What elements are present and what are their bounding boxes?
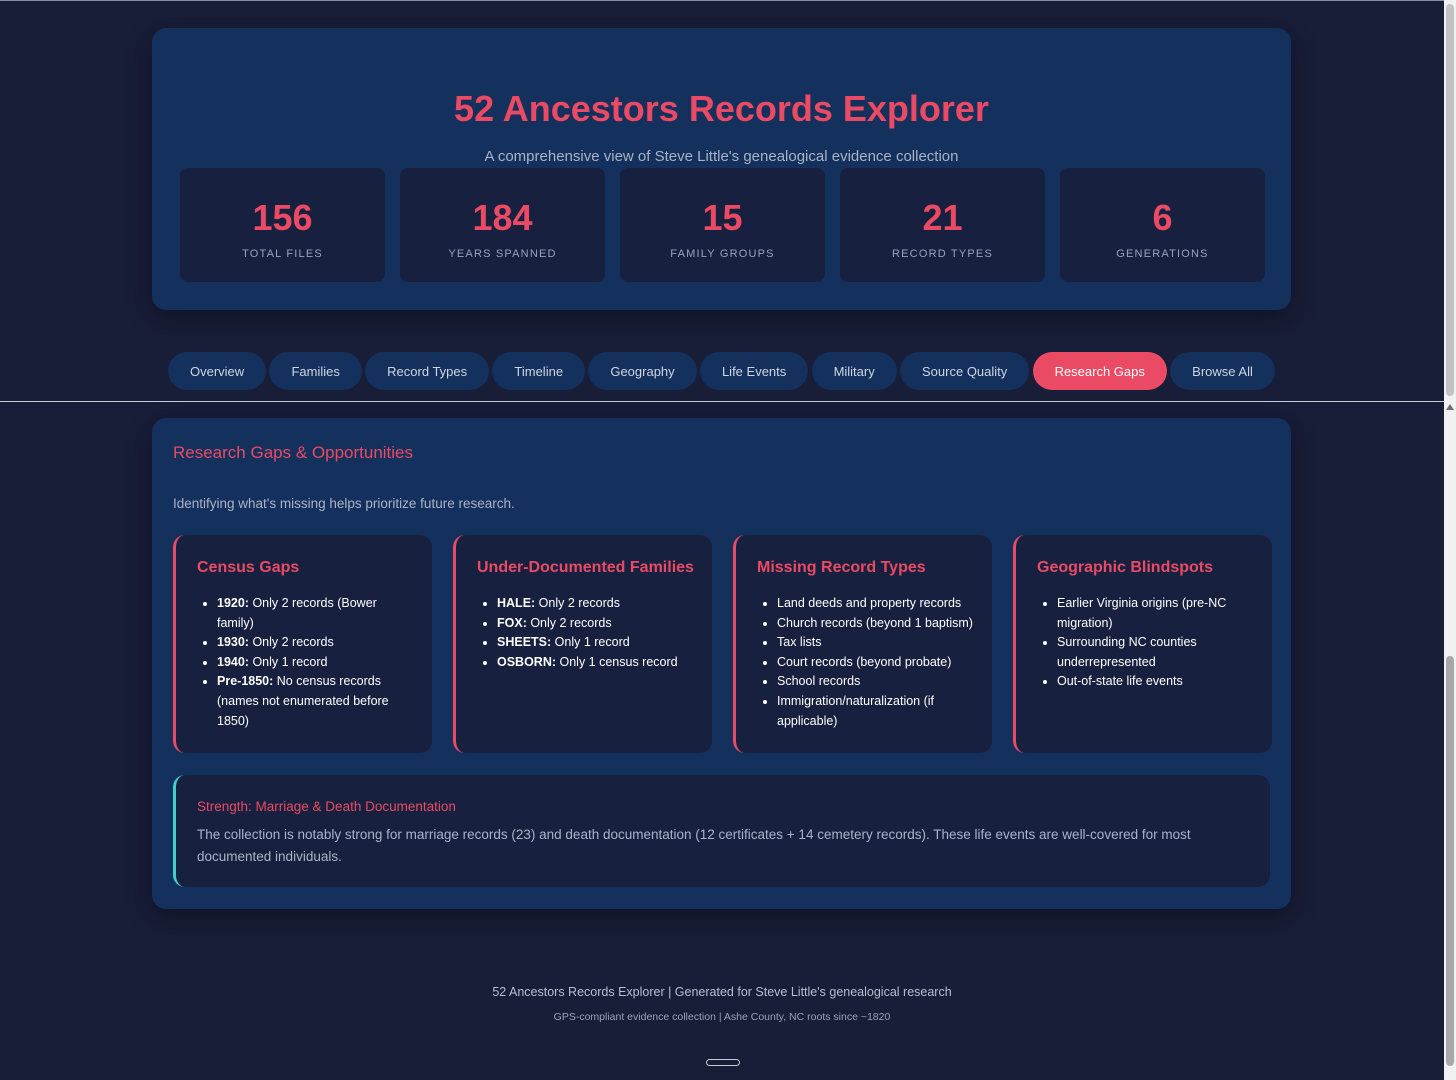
- scrollbar-thumb[interactable]: [1446, 656, 1454, 1066]
- scroll-up-arrow-icon[interactable]: [1446, 404, 1454, 410]
- list-item: Out-of-state life events: [1037, 672, 1254, 692]
- panel-description: Identifying what's missing helps priorit…: [173, 496, 515, 511]
- header-card: 52 Ancestors Records Explorer A comprehe…: [152, 28, 1291, 310]
- section-divider: [0, 401, 1444, 402]
- gap-card-under-documented: Under-Documented Families HALE: Only 2 r…: [453, 535, 712, 753]
- stat-label: YEARS SPANNED: [448, 248, 557, 260]
- gap-card-missing-record-types: Missing Record Types Land deeds and prop…: [733, 535, 992, 753]
- page-subtitle: A comprehensive view of Steve Little's g…: [484, 148, 959, 165]
- tab-families[interactable]: Families: [269, 352, 362, 390]
- stat-generations: 6 GENERATIONS: [1060, 168, 1265, 282]
- list-item: Immigration/naturalization (if applicabl…: [757, 692, 974, 731]
- list-item: OSBORN: Only 1 census record: [477, 653, 694, 673]
- stat-label: FAMILY GROUPS: [670, 248, 775, 260]
- scrollbar-upper-track: [1446, 4, 1454, 396]
- panel-title: Research Gaps & Opportunities: [173, 443, 414, 462]
- stat-family-groups: 15 FAMILY GROUPS: [620, 168, 825, 282]
- list-item: 1920: Only 2 records (Bower family): [197, 594, 414, 633]
- stats-row: 156 TOTAL FILES 184 YEARS SPANNED 15 FAM…: [180, 168, 1265, 282]
- strength-text: The collection is notably strong for mar…: [197, 827, 1191, 864]
- list-item: 1930: Only 2 records: [197, 633, 414, 653]
- gap-card-title: Geographic Blindspots: [1037, 559, 1214, 576]
- stat-value: 6: [1152, 197, 1173, 238]
- list-item: Tax lists: [757, 633, 974, 653]
- scroll-handle-icon[interactable]: [706, 1059, 740, 1066]
- tab-bar: Overview Families Record Types Timeline …: [168, 352, 1275, 390]
- stat-total-files: 156 TOTAL FILES: [180, 168, 385, 282]
- strength-title: Strength: Marriage & Death Documentation: [197, 799, 456, 814]
- list-item: Surrounding NC counties underrepresented: [1037, 633, 1254, 672]
- stat-record-types: 21 RECORD TYPES: [840, 168, 1045, 282]
- gap-list: Land deeds and property records Church r…: [757, 594, 974, 731]
- gap-card-title: Missing Record Types: [757, 559, 926, 576]
- vertical-scrollbar[interactable]: [1444, 0, 1456, 1080]
- tab-life-events[interactable]: Life Events: [699, 352, 809, 390]
- gap-cards: Census Gaps 1920: Only 2 records (Bower …: [173, 535, 1272, 753]
- list-item: Earlier Virginia origins (pre-NC migrati…: [1037, 594, 1254, 633]
- list-item: Church records (beyond 1 baptism): [757, 614, 974, 634]
- tab-source-quality[interactable]: Source Quality: [900, 352, 1030, 390]
- list-item: Pre-1850: No census records (names not e…: [197, 672, 414, 731]
- stat-label: TOTAL FILES: [242, 248, 323, 260]
- stat-value: 15: [702, 197, 743, 238]
- footer-line-1: 52 Ancestors Records Explorer | Generate…: [492, 985, 952, 999]
- strength-callout: Strength: Marriage & Death Documentation…: [173, 775, 1270, 887]
- tab-research-gaps[interactable]: Research Gaps: [1032, 352, 1167, 390]
- list-item: 1940: Only 1 record: [197, 653, 414, 673]
- tab-record-types[interactable]: Record Types: [365, 352, 490, 390]
- gap-card-census: Census Gaps 1920: Only 2 records (Bower …: [173, 535, 432, 753]
- list-item: Land deeds and property records: [757, 594, 974, 614]
- stat-value: 184: [472, 197, 533, 238]
- stat-years-spanned: 184 YEARS SPANNED: [400, 168, 605, 282]
- stat-label: RECORD TYPES: [892, 248, 993, 260]
- gap-list: 1920: Only 2 records (Bower family) 1930…: [197, 594, 414, 731]
- gap-list: Earlier Virginia origins (pre-NC migrati…: [1037, 594, 1254, 692]
- gap-card-geographic-blindspots: Geographic Blindspots Earlier Virginia o…: [1013, 535, 1272, 753]
- list-item: School records: [757, 672, 974, 692]
- tab-overview[interactable]: Overview: [168, 352, 267, 390]
- gap-list: HALE: Only 2 records FOX: Only 2 records…: [477, 594, 694, 672]
- tab-military[interactable]: Military: [811, 352, 897, 390]
- research-gaps-panel: Research Gaps & Opportunities Identifyin…: [152, 418, 1291, 909]
- footer-line-2: GPS-compliant evidence collection | Ashe…: [553, 1011, 891, 1023]
- top-border: [0, 0, 1444, 1]
- tab-timeline[interactable]: Timeline: [492, 352, 586, 390]
- list-item: FOX: Only 2 records: [477, 614, 694, 634]
- stat-value: 21: [922, 197, 963, 238]
- stat-label: GENERATIONS: [1116, 248, 1209, 260]
- tab-browse-all[interactable]: Browse All: [1170, 352, 1275, 390]
- gap-card-title: Under-Documented Families: [477, 559, 694, 576]
- list-item: HALE: Only 2 records: [477, 594, 694, 614]
- list-item: Court records (beyond probate): [757, 653, 974, 673]
- page-title: 52 Ancestors Records Explorer: [454, 88, 989, 129]
- list-item: SHEETS: Only 1 record: [477, 633, 694, 653]
- stat-value: 156: [252, 197, 313, 238]
- gap-card-title: Census Gaps: [197, 559, 300, 576]
- tab-geography[interactable]: Geography: [588, 352, 697, 390]
